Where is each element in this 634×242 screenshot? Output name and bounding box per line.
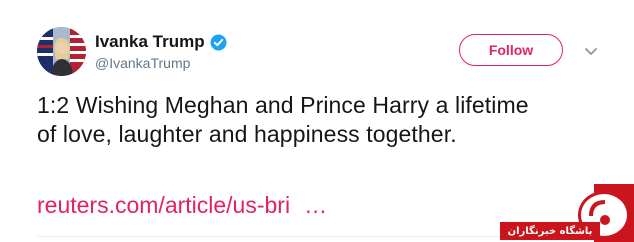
- display-name[interactable]: Ivanka Trump: [95, 32, 205, 52]
- follow-button[interactable]: Follow: [459, 34, 563, 66]
- divider: [37, 236, 507, 237]
- tweet-text: 1:2 Wishing Meghan and Prince Harry a li…: [37, 92, 529, 147]
- author-name-row: Ivanka Trump: [95, 31, 227, 53]
- verified-badge-icon: [210, 34, 227, 51]
- avatar[interactable]: [37, 27, 86, 76]
- tweet-link[interactable]: reuters.com/article/us-bri …: [37, 191, 327, 220]
- watermark-logo: باشگاه خبرنگاران: [498, 184, 634, 242]
- link-url: reuters.com/article/us-bri: [37, 192, 291, 218]
- chevron-down-icon[interactable]: [584, 44, 598, 55]
- author-handle[interactable]: @IvankaTrump: [95, 55, 190, 71]
- link-ellipsis: …: [304, 192, 328, 218]
- watermark-text: باشگاه خبرنگاران: [500, 222, 600, 240]
- tweet-card: Ivanka Trump @IvankaTrump Follow 1:2 Wis…: [0, 0, 634, 242]
- avatar-image: [37, 27, 86, 76]
